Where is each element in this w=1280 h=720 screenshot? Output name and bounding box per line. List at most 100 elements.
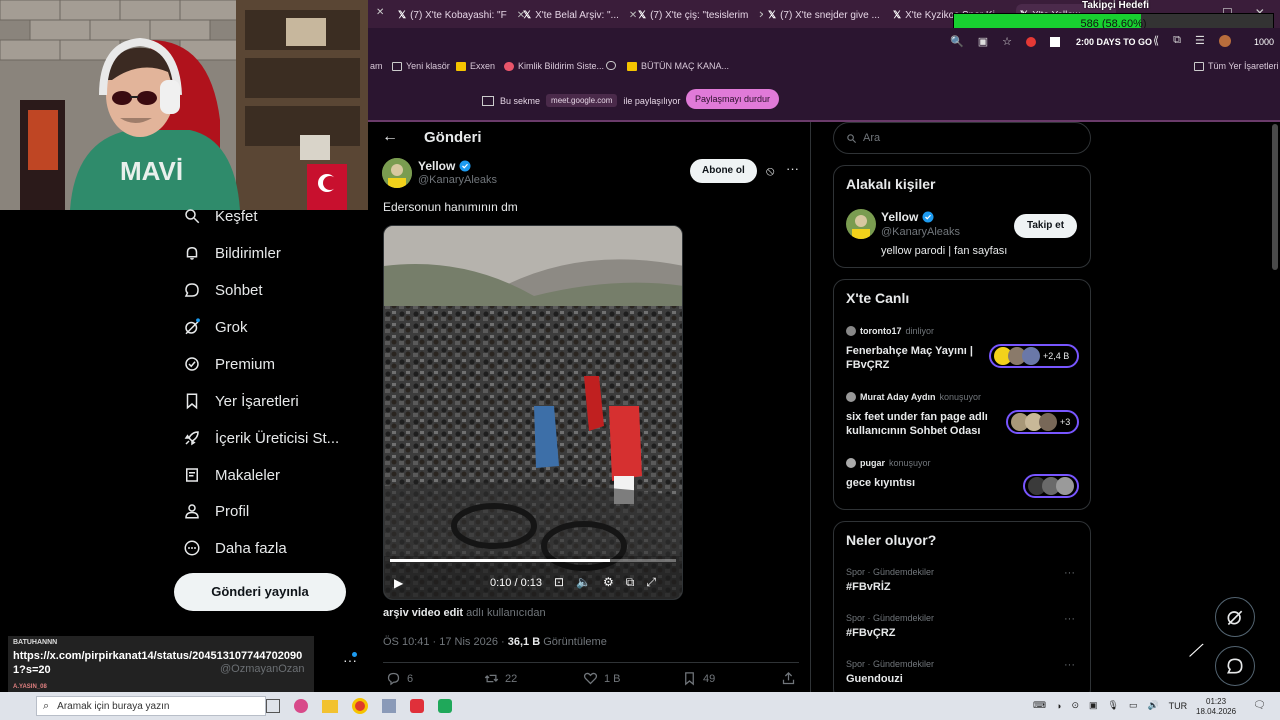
- clock[interactable]: 01:23 18.04.2026: [1196, 697, 1236, 717]
- live-item[interactable]: toronto17 dinliyor Fenerbahçe Maç Yayını…: [834, 322, 1090, 382]
- author-avatar[interactable]: [382, 158, 412, 188]
- nav-more[interactable]: Daha fazla: [183, 539, 287, 557]
- nav-premium[interactable]: Premium: [183, 355, 275, 373]
- fullscreen-icon[interactable]: ⤢: [646, 575, 656, 590]
- nav-profile[interactable]: Profil: [183, 502, 249, 520]
- nav-explore[interactable]: Keşfet: [183, 207, 258, 225]
- volume-icon[interactable]: 🔊: [1147, 700, 1158, 711]
- repost-button[interactable]: 22: [484, 671, 517, 686]
- trend-item[interactable]: Spor · Gündemdekiler #FBvRİZ ···: [834, 564, 1090, 604]
- reply-button[interactable]: 6: [386, 671, 413, 686]
- bookmark-item[interactable]: [606, 61, 616, 70]
- extension-icon[interactable]: ⟪: [1153, 34, 1159, 47]
- browser-tab[interactable]: 𝕏 (7) X'te snejder give ... ✕: [768, 4, 888, 26]
- nav-articles[interactable]: Makaleler: [183, 466, 280, 484]
- live-item[interactable]: Murat Aday Aydın konuşuyor six feet unde…: [834, 388, 1090, 448]
- grok-icon[interactable]: ⦸: [766, 163, 774, 179]
- author-name[interactable]: Yellow: [418, 159, 455, 173]
- app-icon[interactable]: [294, 699, 308, 713]
- related-name[interactable]: Yellow: [881, 210, 918, 224]
- bookmark-count: 49: [703, 672, 716, 685]
- tab-close-icon[interactable]: ✕: [376, 7, 384, 18]
- avatar[interactable]: [1218, 34, 1231, 47]
- verified-badge-icon: [459, 160, 471, 172]
- bookmark-item[interactable]: am: [370, 61, 383, 71]
- trend-item[interactable]: Spor · Gündemdekiler Guendouzi ···: [834, 656, 1090, 696]
- more-options-icon[interactable]: ···: [1064, 613, 1075, 625]
- extension-white-icon[interactable]: [1049, 36, 1060, 47]
- taskbar-search[interactable]: ⌕ Aramak için buraya yazın: [36, 696, 266, 716]
- app-icon[interactable]: [382, 699, 396, 713]
- tab-close-icon[interactable]: ✕: [758, 10, 763, 21]
- keyboard-icon[interactable]: ⌨: [1033, 700, 1046, 711]
- task-view-icon[interactable]: [266, 699, 280, 713]
- tray-icon[interactable]: ▣: [1089, 700, 1098, 711]
- author-handle[interactable]: @KanaryAleaks: [418, 174, 497, 186]
- related-handle[interactable]: @KanaryAleaks: [881, 226, 960, 238]
- scrollbar-thumb[interactable]: [1272, 124, 1278, 270]
- nav-grok[interactable]: Grok: [183, 318, 248, 336]
- star-icon[interactable]: ☆: [1002, 35, 1012, 48]
- post-timestamp[interactable]: ÖS 10:41 · 17 Nis 2026 ·: [383, 636, 505, 648]
- nav-creator-studio[interactable]: İçerik Üreticisi St...: [183, 429, 339, 447]
- post-button[interactable]: Gönderi yayınla: [174, 573, 346, 611]
- folder-icon: [1194, 61, 1204, 71]
- extension-red-icon[interactable]: [1025, 36, 1036, 47]
- more-options-icon[interactable]: ···: [786, 161, 799, 176]
- volume-icon[interactable]: 🔈: [576, 575, 591, 590]
- video-progress-track[interactable]: [390, 559, 676, 562]
- network-icon[interactable]: ▭: [1129, 700, 1138, 711]
- browser-tab[interactable]: 𝕏 X'te Belal Arşiv: "... ✕: [523, 4, 653, 26]
- notifications-icon[interactable]: 🗨: [1253, 700, 1266, 711]
- settings-gear-icon[interactable]: ⚙: [603, 575, 614, 590]
- live-item[interactable]: pugar konuşuyor gece kıyıntısı: [834, 454, 1090, 506]
- post-video[interactable]: ▶ 0:10 / 0:13 ⊡ 🔈 ⚙ ⧉ ⤢: [383, 225, 683, 600]
- pip-icon[interactable]: ⧉: [626, 575, 635, 590]
- tray-icon[interactable]: ◑: [1056, 701, 1061, 711]
- mic-icon[interactable]: 🎙: [1108, 700, 1119, 711]
- cast-icon[interactable]: ▣: [978, 35, 988, 48]
- search-box[interactable]: Ara: [833, 122, 1091, 154]
- account-handle: @OzmayanOzan: [220, 663, 305, 675]
- browser-tab[interactable]: 𝕏 (7) X'te Kobayashi: "F ✕: [398, 4, 528, 26]
- back-arrow-icon[interactable]: ←: [382, 128, 398, 146]
- tab-close-icon[interactable]: ✕: [629, 10, 637, 21]
- nav-chat[interactable]: Sohbet: [183, 281, 263, 299]
- more-options-icon[interactable]: ···: [1064, 567, 1075, 579]
- bookmark-item[interactable]: Exxen: [456, 61, 495, 71]
- like-button[interactable]: 1 B: [583, 671, 621, 686]
- menu-list-icon[interactable]: ☰: [1195, 34, 1205, 47]
- related-avatar[interactable]: [846, 209, 876, 239]
- tray-icon[interactable]: ⊙: [1071, 700, 1079, 711]
- bookmark-item[interactable]: Kimlik Bildirim Siste...: [504, 61, 604, 71]
- listeners-pill[interactable]: +3: [1006, 410, 1079, 434]
- app-icon[interactable]: [410, 699, 424, 713]
- source-name[interactable]: arşiv video edit: [383, 607, 463, 619]
- stop-sharing-button[interactable]: Paylaşmayı durdur: [686, 89, 780, 109]
- subscribe-button[interactable]: Abone ol: [690, 159, 757, 183]
- nav-bookmarks[interactable]: Yer İşaretleri: [183, 392, 299, 410]
- messages-float-button[interactable]: [1215, 646, 1255, 686]
- captions-icon[interactable]: ⊡: [554, 575, 564, 590]
- listeners-pill[interactable]: +2,4 B: [989, 344, 1079, 368]
- chrome-icon[interactable]: [352, 698, 368, 714]
- trend-item[interactable]: Spor · Gündemdekiler #FBvÇRZ ···: [834, 610, 1090, 650]
- file-explorer-icon[interactable]: [322, 699, 338, 713]
- more-options-icon[interactable]: ···: [1064, 659, 1075, 671]
- browser-tab[interactable]: 𝕏 (7) X'te çiş: "tesislerim ✕: [638, 4, 763, 26]
- bookmark-button[interactable]: 49: [682, 671, 715, 686]
- views-label: Görüntüleme: [543, 636, 607, 648]
- bookmark-item[interactable]: Tüm Yer İşaretleri: [1194, 61, 1279, 71]
- share-button[interactable]: [781, 671, 796, 691]
- play-icon[interactable]: ▶: [394, 576, 403, 590]
- follow-button[interactable]: Takip et: [1014, 214, 1078, 238]
- bookmark-item[interactable]: BÜTÜN MAÇ KANA...: [627, 61, 729, 71]
- bookmark-item[interactable]: Yeni klasör: [392, 61, 450, 71]
- nav-notifications[interactable]: Bildirimler: [183, 244, 281, 262]
- listeners-pill[interactable]: [1023, 474, 1079, 498]
- app-icon[interactable]: [438, 699, 452, 713]
- language-indicator[interactable]: TUR: [1169, 701, 1188, 711]
- puzzle-icon[interactable]: ⧉: [1173, 34, 1181, 47]
- zoom-icon[interactable]: 🔍: [950, 35, 964, 48]
- grok-float-button[interactable]: [1215, 597, 1255, 637]
